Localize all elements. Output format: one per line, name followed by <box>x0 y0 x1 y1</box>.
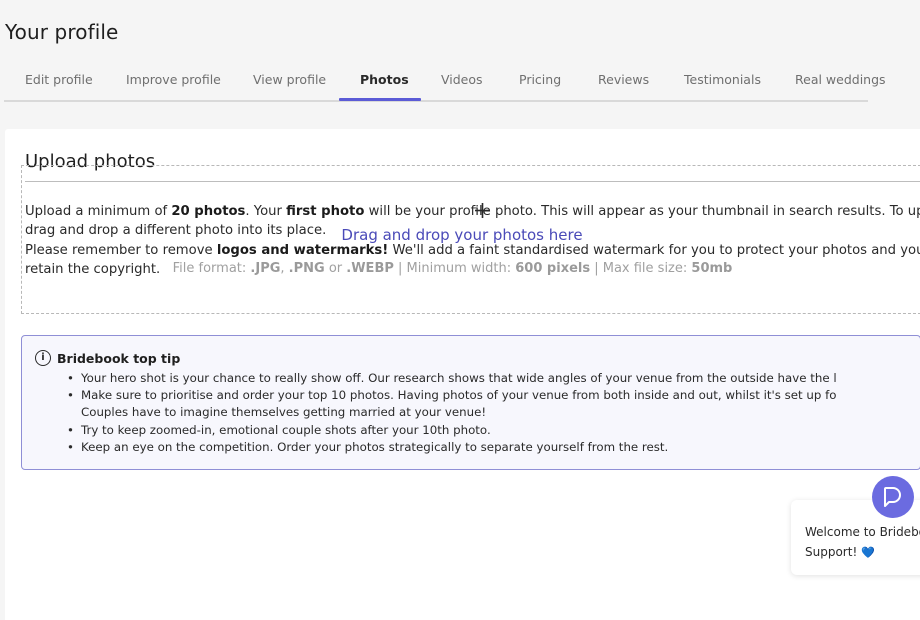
tip-item: Make sure to prioritise and order your t… <box>67 387 837 404</box>
page-title: Your profile <box>5 20 119 44</box>
tab-real-weddings[interactable]: Real weddings <box>795 72 886 87</box>
tip-item: Keep an eye on the competition. Order yo… <box>67 439 837 456</box>
tip-item: Your hero shot is your chance to really … <box>67 370 837 387</box>
tab-view-profile[interactable]: View profile <box>253 72 326 87</box>
dropzone-cta[interactable]: Drag and drop your photos here <box>341 226 582 244</box>
tip-title: Bridebook top tip <box>57 351 181 366</box>
active-tab-indicator <box>339 98 421 101</box>
tip-list: Your hero shot is your chance to really … <box>67 370 837 456</box>
chat-support-button[interactable] <box>872 476 914 518</box>
chat-bubble-icon <box>884 487 901 507</box>
blue-heart-icon: 💙 <box>861 546 875 559</box>
tip-item-continuation: Couples have to imagine themselves getti… <box>81 405 487 420</box>
top-tip-box: i Bridebook top tip Your hero shot is yo… <box>21 335 920 470</box>
dropzone-file-requirements: File format: .JPG, .PNG or .WEBP | Minim… <box>172 261 733 276</box>
plus-icon <box>475 198 490 222</box>
tab-photos[interactable]: Photos <box>360 72 409 87</box>
chat-welcome-message: Welcome to Brideboo Support! 💙 <box>805 525 920 559</box>
tab-edit-profile[interactable]: Edit profile <box>25 72 93 87</box>
tab-improve-profile[interactable]: Improve profile <box>126 72 221 87</box>
tab-videos[interactable]: Videos <box>441 72 483 87</box>
tab-reviews[interactable]: Reviews <box>598 72 649 87</box>
tab-pricing[interactable]: Pricing <box>519 72 561 87</box>
tab-testimonials[interactable]: Testimonials <box>684 72 761 87</box>
tip-item: Try to keep zoomed-in, emotional couple … <box>67 422 837 439</box>
info-icon: i <box>35 350 51 366</box>
photo-dropzone[interactable]: Drag and drop your photos here File form… <box>21 165 920 314</box>
profile-tabs: Edit profile Improve profile View profil… <box>4 64 886 102</box>
